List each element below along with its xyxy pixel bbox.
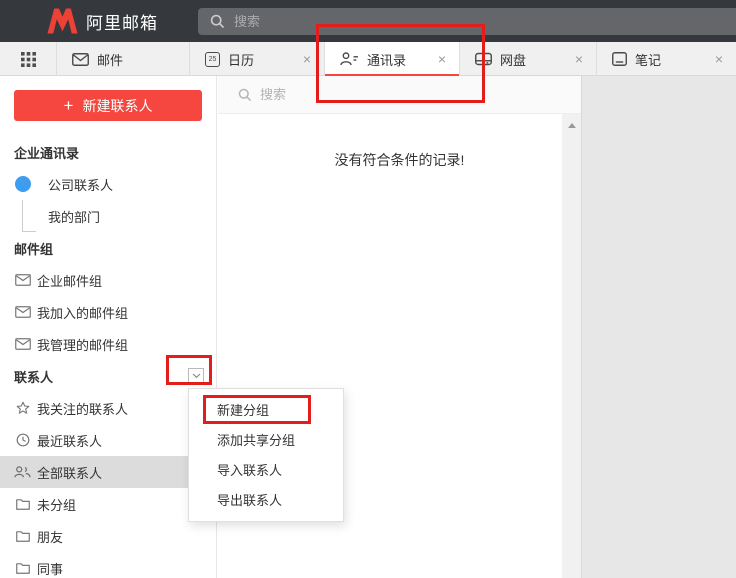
drive-icon <box>475 52 492 66</box>
new-contact-button[interactable]: + 新建联系人 <box>14 90 202 121</box>
people-icon <box>14 466 31 478</box>
search-icon <box>238 88 252 102</box>
contacts-icon <box>340 52 359 66</box>
tab-bar: 邮件 25 日历 × 通讯录 × <box>0 42 736 76</box>
menu-item-import-contacts[interactable]: 导入联系人 <box>189 456 343 486</box>
section-header-contacts: 联系人 <box>0 360 216 392</box>
clock-icon <box>14 433 31 447</box>
folder-icon <box>14 498 31 510</box>
app-title: 阿里邮箱 <box>86 9 158 34</box>
scroll-up-icon[interactable] <box>568 123 576 128</box>
close-icon[interactable]: × <box>438 52 446 66</box>
search-icon <box>210 14 225 29</box>
mail-icon <box>72 53 89 66</box>
tab-calendar[interactable]: 25 日历 × <box>190 42 325 76</box>
sidebar-item-managed-mail-groups[interactable]: 我管理的邮件组 <box>0 328 216 360</box>
new-contact-button-label: 新建联系人 <box>82 96 152 116</box>
section-header-enterprise-directory: 企业通讯录 <box>0 136 216 168</box>
empty-state: 没有符合条件的记录! <box>218 114 581 170</box>
alimail-app-window: 阿里邮箱 <box>0 0 736 578</box>
tab-label: 日历 <box>228 50 254 69</box>
notes-icon <box>612 52 627 66</box>
alimail-m-logo-icon <box>47 8 78 34</box>
mail-group-icon <box>14 306 31 318</box>
tab-label: 笔记 <box>635 50 661 69</box>
folder-icon <box>14 562 31 574</box>
tab-notes[interactable]: 笔记 × <box>597 42 736 76</box>
app-logo[interactable]: 阿里邮箱 <box>47 8 158 34</box>
empty-message: 没有符合条件的记录! <box>218 150 581 170</box>
contacts-group-menu: 新建分组 添加共享分组 导入联系人 导出联系人 <box>188 388 344 522</box>
detail-placeholder-panel <box>581 76 736 578</box>
section-header-mail-groups: 邮件组 <box>0 232 216 264</box>
sidebar-item-all-contacts[interactable]: 全部联系人 <box>0 456 216 488</box>
contacts-group-menu-button[interactable] <box>188 368 204 384</box>
menu-item-export-contacts[interactable]: 导出联系人 <box>189 486 343 516</box>
folder-icon <box>14 530 31 542</box>
sidebar-item-my-department[interactable]: 我的部门 <box>0 200 216 232</box>
plus-icon: + <box>64 97 74 114</box>
sidebar-item-friends[interactable]: 朋友 <box>0 520 216 552</box>
top-bar: 阿里邮箱 <box>0 0 736 42</box>
menu-item-add-shared-group[interactable]: 添加共享分组 <box>189 426 343 456</box>
sidebar-item-enterprise-mail-group[interactable]: 企业邮件组 <box>0 264 216 296</box>
contacts-search-box[interactable] <box>218 76 581 114</box>
tab-label: 通讯录 <box>367 50 406 69</box>
sidebar-item-recent-contacts[interactable]: 最近联系人 <box>0 424 216 456</box>
sidebar-item-company-contacts[interactable]: 公司联系人 <box>0 168 216 200</box>
sidebar-item-starred-contacts[interactable]: 我关注的联系人 <box>0 392 216 424</box>
tab-drive[interactable]: 网盘 × <box>460 42 597 76</box>
global-search-input[interactable] <box>234 14 736 29</box>
global-search-box[interactable] <box>198 8 736 35</box>
sidebar-item-colleagues[interactable]: 同事 <box>0 552 216 578</box>
sidebar-item-ungrouped[interactable]: 未分组 <box>0 488 216 520</box>
calendar-icon-number: 25 <box>209 56 217 63</box>
sidebar: + 新建联系人 企业通讯录 公司联系人 我的部门 邮件组 企业邮件组 <box>0 76 217 578</box>
sidebar-list: 企业通讯录 公司联系人 我的部门 邮件组 企业邮件组 <box>0 136 216 578</box>
scrollbar[interactable] <box>562 114 581 578</box>
tab-mail[interactable]: 邮件 <box>57 42 190 76</box>
mail-group-icon <box>14 338 31 350</box>
close-icon[interactable]: × <box>303 52 311 66</box>
sidebar-item-joined-mail-groups[interactable]: 我加入的邮件组 <box>0 296 216 328</box>
contacts-search-input[interactable] <box>260 87 581 102</box>
grid-icon <box>21 52 36 67</box>
close-icon[interactable]: × <box>715 52 723 66</box>
blue-dot-icon <box>15 176 31 192</box>
chevron-down-icon <box>192 373 201 379</box>
calendar-icon: 25 <box>205 52 220 67</box>
menu-item-new-group[interactable]: 新建分组 <box>189 396 343 426</box>
tab-label: 邮件 <box>97 50 123 69</box>
app-grid-button[interactable] <box>0 42 57 76</box>
star-icon <box>14 401 31 415</box>
close-icon[interactable]: × <box>575 52 583 66</box>
tab-label: 网盘 <box>500 50 526 69</box>
tab-contacts[interactable]: 通讯录 × <box>325 42 460 76</box>
mail-group-icon <box>14 274 31 286</box>
